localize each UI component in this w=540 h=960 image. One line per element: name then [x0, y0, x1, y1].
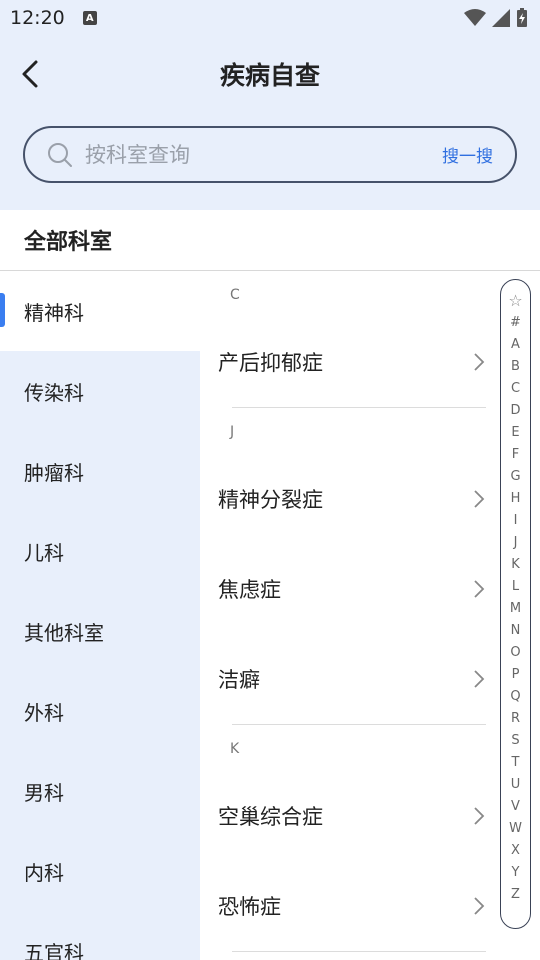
sidebar-item-label: 其他科室: [24, 620, 104, 645]
alphabet-index-letter[interactable]: K: [511, 554, 520, 576]
alphabet-index-letter[interactable]: A: [511, 334, 520, 356]
battery-icon: [517, 8, 527, 27]
sidebar-item-internal[interactable]: 内科: [0, 831, 200, 911]
letter-header: K: [230, 741, 240, 757]
alphabet-index-letter[interactable]: T: [512, 752, 520, 774]
alphabet-index-letter[interactable]: Q: [510, 686, 520, 708]
alphabet-index-letter[interactable]: M: [510, 598, 521, 620]
sidebar-item-surgery[interactable]: 外科: [0, 671, 200, 751]
alphabet-index-letter[interactable]: #: [510, 312, 521, 334]
sidebar-item-label: 精神科: [24, 300, 84, 325]
sidebar-item-oncology[interactable]: 肿瘤科: [0, 431, 200, 511]
status-bar: 12:20 A: [0, 0, 540, 36]
sidebar-item-label: 儿科: [24, 540, 64, 565]
alphabet-index-letter[interactable]: O: [510, 642, 520, 664]
list-item[interactable]: 洁癖: [200, 634, 540, 724]
alphabet-index-letter[interactable]: J: [514, 532, 518, 554]
alphabet-index[interactable]: ☆ # A B C D E F G H I J K L M N O P Q R …: [500, 279, 531, 929]
status-time: 12:20: [10, 7, 65, 29]
alphabet-index-letter[interactable]: Z: [511, 884, 520, 906]
alphabet-index-letter[interactable]: D: [510, 400, 520, 422]
alphabet-index-star-icon[interactable]: ☆: [508, 290, 522, 312]
sidebar-item-andrology[interactable]: 男科: [0, 751, 200, 831]
chevron-right-icon: [474, 580, 485, 598]
list-item-label: 空巢综合症: [218, 805, 323, 829]
search-box[interactable]: 搜一搜: [23, 126, 517, 183]
alphabet-index-letter[interactable]: E: [511, 422, 519, 444]
list-item[interactable]: 恐怖症: [200, 861, 540, 951]
sidebar-item-label: 传染科: [24, 380, 84, 405]
list-item-label: 洁癖: [218, 668, 260, 692]
alphabet-index-letter[interactable]: N: [511, 620, 521, 642]
alphabet-index-letter[interactable]: X: [511, 840, 520, 862]
signal-icon: [492, 9, 510, 27]
chevron-right-icon: [474, 897, 485, 915]
alphabet-index-letter[interactable]: R: [511, 708, 520, 730]
chevron-right-icon: [474, 353, 485, 371]
letter-header: J: [230, 424, 235, 440]
search-input[interactable]: [85, 142, 442, 167]
all-departments-title: 全部科室: [24, 230, 113, 255]
alphabet-index-letter[interactable]: V: [511, 796, 520, 818]
sidebar-item-infectious[interactable]: 传染科: [0, 351, 200, 431]
list-item-label: 恐怖症: [218, 895, 281, 919]
search-button[interactable]: 搜一搜: [442, 142, 493, 167]
alphabet-index-letter[interactable]: I: [514, 510, 518, 532]
letter-header: C: [230, 287, 240, 303]
sidebar-item-label: 外科: [24, 700, 64, 725]
divider: [232, 951, 486, 952]
wifi-icon: [464, 9, 486, 26]
list-item-label: 焦虑症: [218, 578, 281, 602]
alphabet-index-letter[interactable]: P: [512, 664, 520, 686]
alphabet-index-letter[interactable]: C: [511, 378, 520, 400]
sidebar-item-label: 肿瘤科: [24, 460, 84, 485]
chevron-right-icon: [474, 490, 485, 508]
alphabet-index-letter[interactable]: Y: [512, 862, 520, 884]
sidebar-item-ent[interactable]: 五官科: [0, 911, 200, 960]
alphabet-index-letter[interactable]: G: [510, 466, 520, 488]
chevron-right-icon: [474, 807, 485, 825]
all-departments-bar: 全部科室: [0, 210, 540, 271]
list-item[interactable]: 产后抑郁症: [200, 317, 540, 407]
list-item[interactable]: 焦虑症: [200, 544, 540, 634]
page-title: 疾病自查: [219, 61, 320, 90]
alphabet-index-letter[interactable]: F: [512, 444, 519, 466]
alphabet-index-letter[interactable]: L: [512, 576, 519, 598]
search-icon: [48, 142, 72, 167]
sidebar-item-other[interactable]: 其他科室: [0, 591, 200, 671]
sidebar-item-label: 男科: [24, 780, 64, 805]
alphabet-index-letter[interactable]: B: [511, 356, 520, 378]
header: 疾病自查: [0, 36, 540, 112]
list-item-label: 精神分裂症: [218, 488, 323, 512]
chevron-right-icon: [474, 670, 485, 688]
sidebar-item-pediatrics[interactable]: 儿科: [0, 511, 200, 591]
alphabet-index-letter[interactable]: W: [509, 818, 522, 840]
notification-a-icon: A: [82, 11, 97, 25]
alphabet-index-letter[interactable]: U: [511, 774, 521, 796]
disease-list: C 产后抑郁症 J 精神分裂症 焦虑症 洁癖 K 空巢综合症 恐怖症: [200, 271, 540, 960]
sidebar-item-label: 五官科: [24, 940, 84, 960]
list-item-label: 产后抑郁症: [218, 351, 323, 375]
list-item[interactable]: 空巢综合症: [200, 771, 540, 861]
department-sidebar: 精神科 传染科 肿瘤科 儿科 其他科室 外科 男科 内科 五官科: [0, 271, 200, 960]
alphabet-index-letter[interactable]: H: [511, 488, 521, 510]
alphabet-index-letter[interactable]: S: [511, 730, 519, 752]
sidebar-item-psychiatry[interactable]: 精神科: [0, 271, 200, 351]
sidebar-item-label: 内科: [24, 860, 64, 885]
list-item[interactable]: 精神分裂症: [200, 454, 540, 544]
